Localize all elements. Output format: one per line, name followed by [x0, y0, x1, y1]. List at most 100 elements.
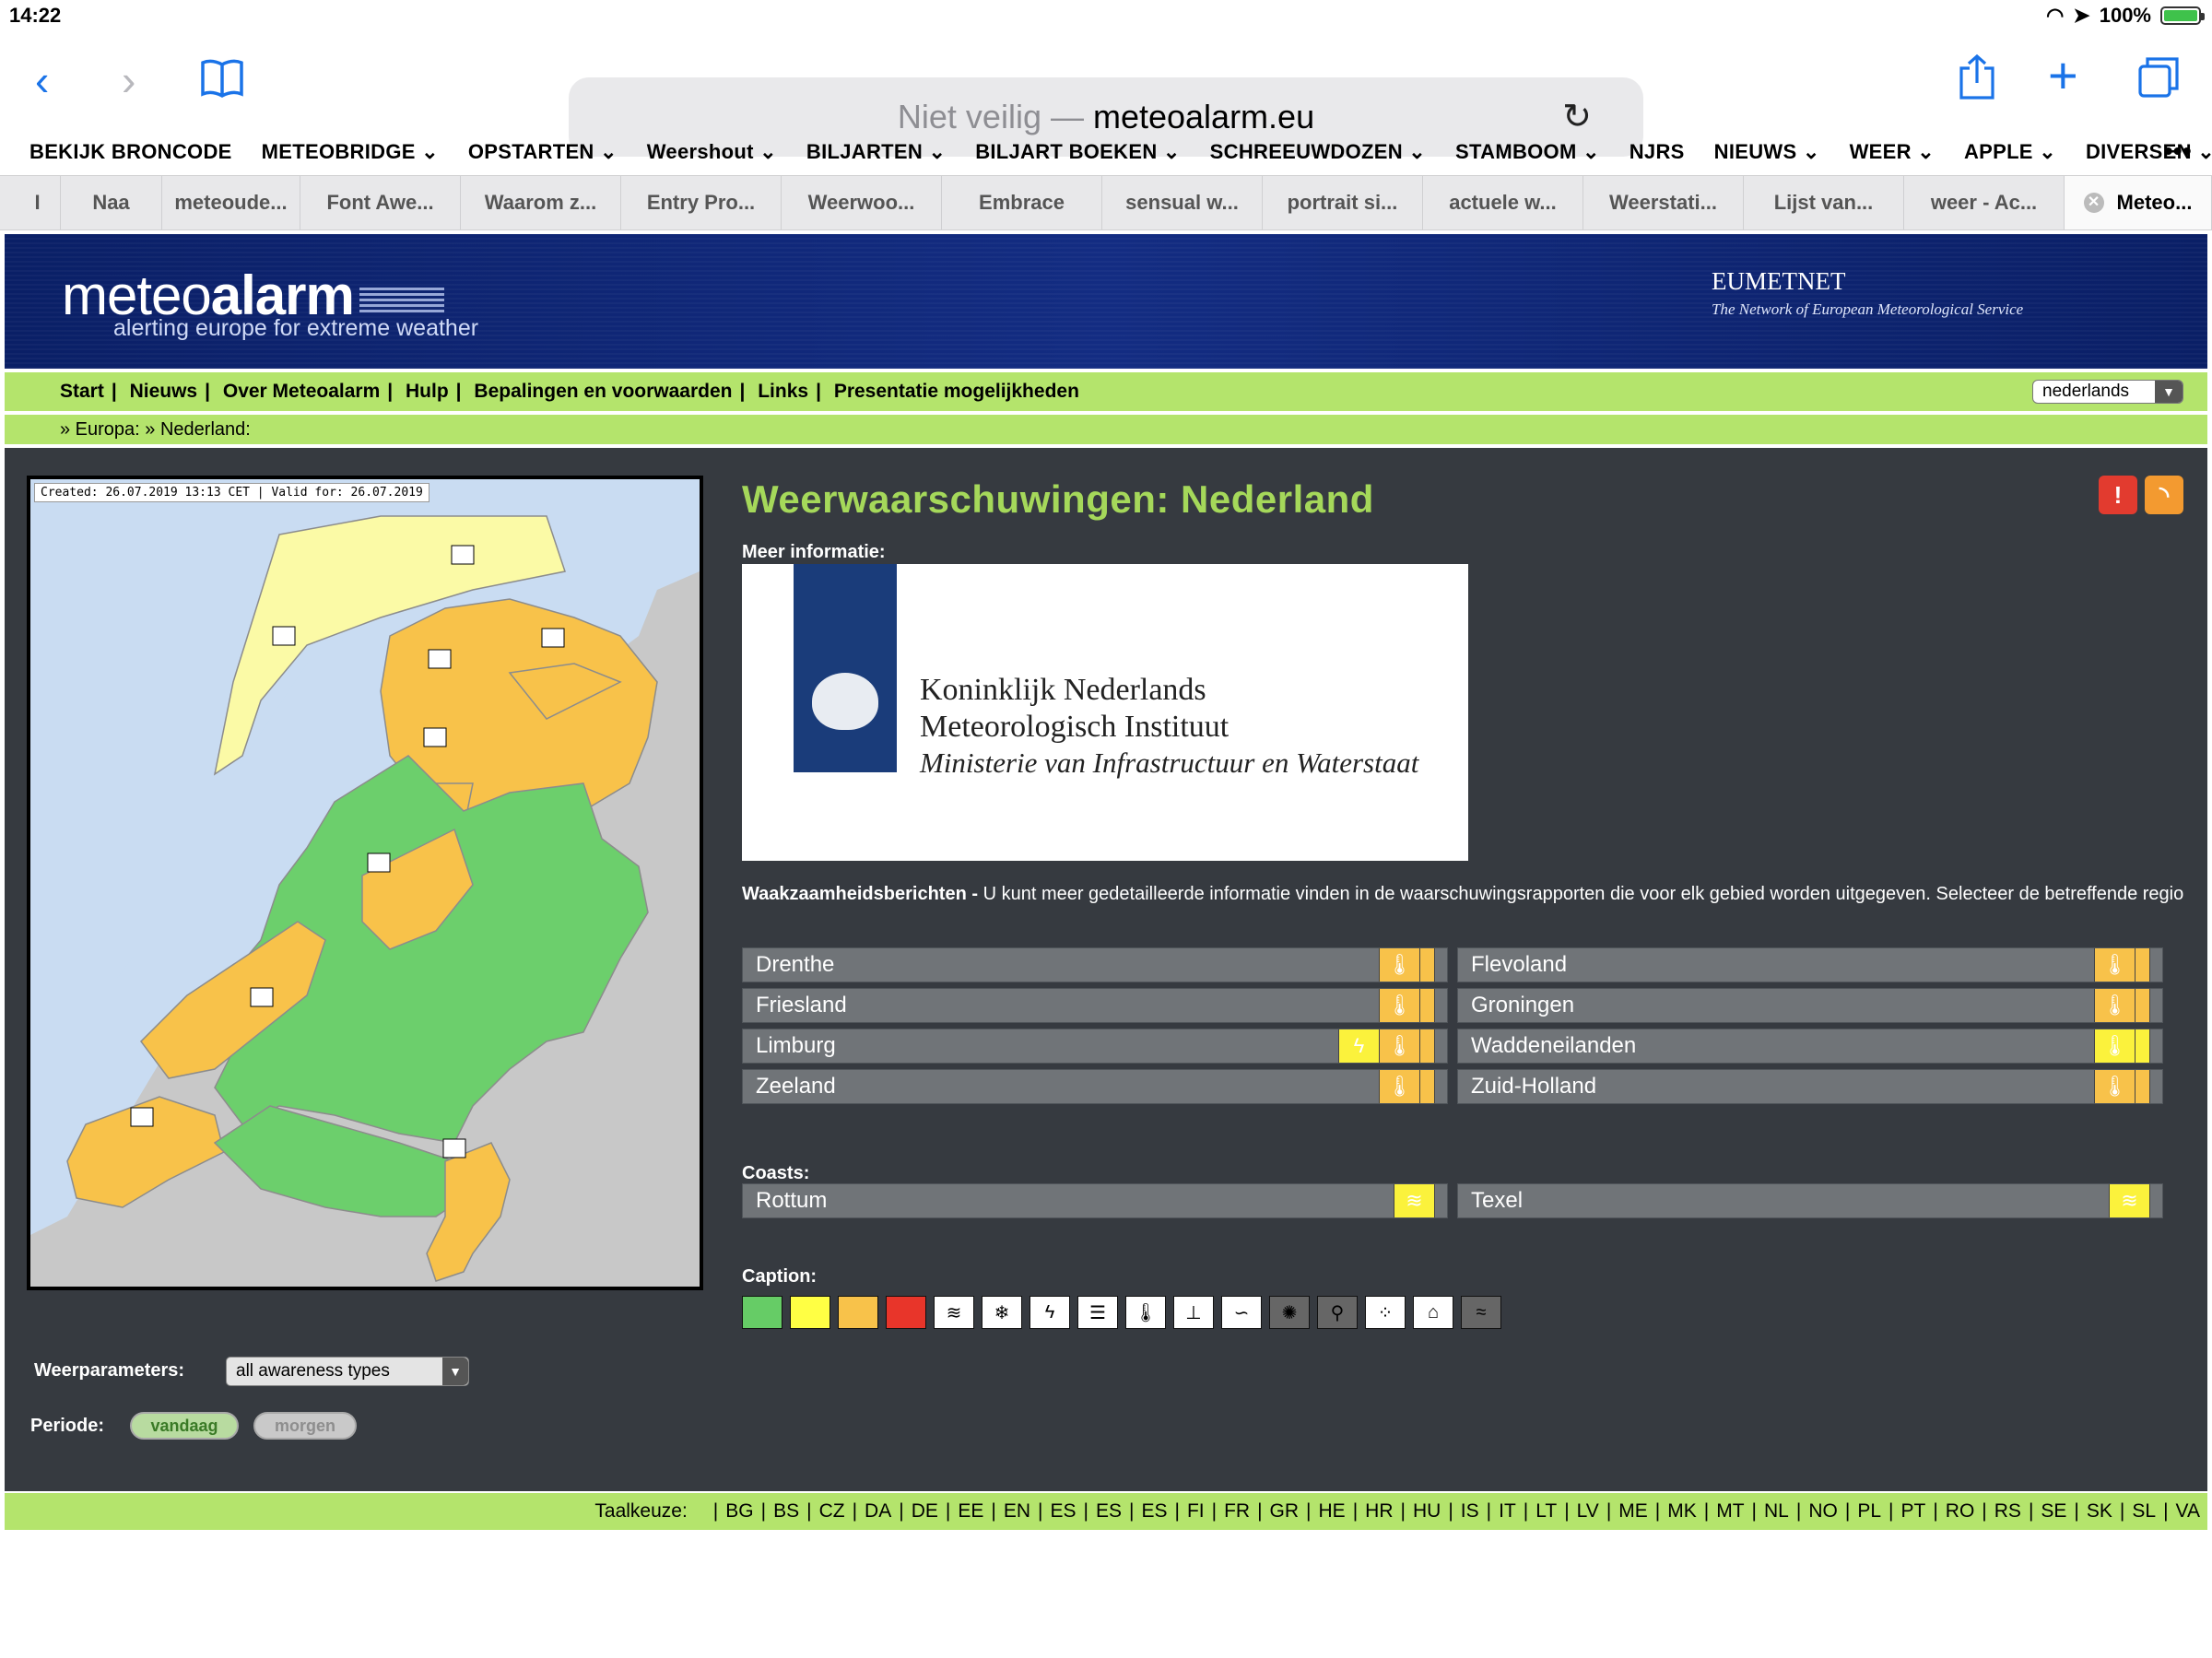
bookmark-item[interactable]: NJRS — [1615, 140, 1700, 164]
more-icon[interactable]: ••• — [2164, 136, 2192, 166]
language-link[interactable]: SE — [2033, 1500, 2074, 1523]
language-link[interactable]: MK — [1660, 1500, 1704, 1523]
periode-tomorrow-button[interactable]: morgen — [253, 1412, 357, 1440]
back-icon[interactable]: ‹ — [35, 59, 49, 101]
bookmark-item[interactable]: STAMBOOM ⌄ — [1441, 140, 1615, 164]
language-link[interactable]: RO — [1938, 1500, 1983, 1523]
language-link[interactable]: SK — [2079, 1500, 2120, 1523]
tab-item[interactable]: sensual w... — [1102, 176, 1263, 229]
language-link[interactable]: PL — [1850, 1500, 1888, 1523]
language-link[interactable]: IT — [1491, 1500, 1524, 1523]
tab-item[interactable]: Weerstati... — [1583, 176, 1744, 229]
rss-feed-icon[interactable]: ◝ — [2145, 476, 2183, 514]
bookmark-item[interactable]: SCHREEUWDOZEN ⌄ — [1195, 140, 1441, 164]
region-row[interactable]: Zuid-Holland 🌡 — [1457, 1069, 2163, 1104]
nav-link[interactable]: Over Meteoalarm — [223, 381, 380, 402]
language-link[interactable]: LT — [1528, 1500, 1564, 1523]
status-time: 14:22 — [9, 4, 62, 27]
language-link[interactable]: IS — [1453, 1500, 1487, 1523]
language-link[interactable]: EE — [950, 1500, 991, 1523]
language-link[interactable]: RS — [1987, 1500, 2029, 1523]
tab-item[interactable]: weer - Ac... — [1904, 176, 2065, 229]
language-link[interactable]: NO — [1801, 1500, 1845, 1523]
tab-item[interactable]: Font Awe... — [300, 176, 461, 229]
region-row[interactable]: Limburg ϟ 🌡 — [742, 1029, 1448, 1064]
language-link[interactable]: EN — [996, 1500, 1038, 1523]
language-link[interactable]: PT — [1893, 1500, 1933, 1523]
language-link[interactable]: BG — [718, 1500, 760, 1523]
tab-item[interactable]: I — [15, 176, 61, 229]
eumetnet-logo[interactable]: EUMETNET — [1712, 267, 1845, 296]
status-bar: 14:22 ︎◠ ➤ 100% — [0, 0, 2212, 37]
share-icon[interactable] — [1956, 53, 1998, 106]
language-link[interactable]: DA — [857, 1500, 899, 1523]
language-link[interactable]: GR — [1263, 1500, 1307, 1523]
language-link[interactable]: SL — [2124, 1500, 2163, 1523]
coast-row[interactable]: Texel ≋ — [1457, 1183, 2163, 1218]
language-link[interactable]: FI — [1180, 1500, 1212, 1523]
region-row[interactable]: Zeeland 🌡 — [742, 1069, 1448, 1104]
breadcrumb-text[interactable]: » Europa: » Nederland: — [60, 419, 251, 441]
periode-today-button[interactable]: vandaag — [130, 1412, 239, 1440]
high-temperature-icon: 🌡 — [2094, 1070, 2135, 1103]
language-link[interactable]: NL — [1757, 1500, 1796, 1523]
language-link[interactable]: DE — [904, 1500, 946, 1523]
bookmark-item[interactable]: Weershout ⌄ — [632, 140, 792, 164]
language-link[interactable]: CZ — [812, 1500, 853, 1523]
bookmark-item[interactable]: METEOBRIDGE ⌄ — [247, 140, 453, 164]
language-link[interactable]: HR — [1358, 1500, 1400, 1523]
tab-item[interactable]: portrait si... — [1263, 176, 1423, 229]
language-link[interactable]: FR — [1217, 1500, 1257, 1523]
language-link[interactable]: HU — [1406, 1500, 1448, 1523]
nav-link[interactable]: Links — [758, 381, 808, 402]
tab-item[interactable]: Lijst van... — [1744, 176, 1904, 229]
weerparameters-select[interactable]: all awareness types ▼ — [226, 1357, 469, 1386]
bookmark-item[interactable]: OPSTARTEN ⌄ — [453, 140, 632, 164]
language-link[interactable]: LV — [1570, 1500, 1606, 1523]
tab-item[interactable]: Entry Pro... — [621, 176, 782, 229]
language-link[interactable]: ES — [1134, 1500, 1174, 1523]
forward-icon[interactable]: › — [122, 59, 135, 101]
tab-item[interactable]: actuele w... — [1423, 176, 1583, 229]
coast-row[interactable]: Rottum ≋ — [742, 1183, 1448, 1218]
tab-item[interactable]: Weerwoo... — [782, 176, 942, 229]
nav-link[interactable]: Bepalingen en voorwaarden — [474, 381, 732, 402]
tab-item[interactable]: Embrace — [942, 176, 1102, 229]
region-row[interactable]: Friesland 🌡 — [742, 988, 1448, 1023]
bookmark-item[interactable]: APPLE ⌄ — [1949, 140, 2071, 164]
alert-feed-icon[interactable]: ! — [2099, 476, 2137, 514]
tabs-overview-icon[interactable] — [2136, 55, 2181, 104]
tab-item[interactable]: Naa — [61, 176, 162, 229]
warning-map[interactable]: Created: 26.07.2019 13:13 CET | Valid fo… — [27, 476, 703, 1290]
language-link[interactable]: ES — [1042, 1500, 1083, 1523]
tab-item[interactable]: meteoude... — [162, 176, 300, 229]
region-row[interactable]: Drenthe 🌡 — [742, 947, 1448, 982]
site-tagline: alerting europe for extreme weather — [113, 315, 479, 341]
language-select[interactable]: nederlands ▼ — [2032, 380, 2183, 404]
knmi-logo[interactable]: Koninklijk Nederlands Meteorologisch Ins… — [742, 564, 1468, 861]
bookmark-item[interactable]: BILJART BOEKEN ⌄ — [960, 140, 1194, 164]
bookmark-item[interactable]: WEER ⌄ — [1835, 140, 1949, 164]
nav-link[interactable]: Presentatie mogelijkheden — [834, 381, 1079, 402]
region-row[interactable]: Waddeneilanden 🌡 — [1457, 1029, 2163, 1064]
language-link[interactable]: HE — [1312, 1500, 1353, 1523]
new-tab-icon[interactable]: + — [2048, 50, 2078, 101]
bookmark-item[interactable]: BILJARTEN ⌄ — [792, 140, 960, 164]
tab-active[interactable]: ✕ Meteo... — [2065, 176, 2212, 229]
language-link[interactable]: BS — [766, 1500, 806, 1523]
bookmarks-book-icon[interactable] — [199, 57, 245, 104]
tab-item[interactable]: Waarom z... — [461, 176, 621, 229]
language-link[interactable]: ES — [1088, 1500, 1129, 1523]
awareness-intro-text: U kunt meer gedetailleerde informatie vi… — [982, 884, 2184, 904]
language-link[interactable]: VA — [2169, 1500, 2207, 1523]
nav-link[interactable]: Nieuws — [130, 381, 198, 402]
region-row[interactable]: Flevoland 🌡 — [1457, 947, 2163, 982]
bookmark-item[interactable]: NIEUWS ⌄ — [1700, 140, 1835, 164]
language-link[interactable]: MT — [1709, 1500, 1751, 1523]
nav-link[interactable]: Start — [60, 381, 104, 402]
region-row[interactable]: Groningen 🌡 — [1457, 988, 2163, 1023]
nav-link[interactable]: Hulp — [406, 381, 449, 402]
close-tab-icon[interactable]: ✕ — [2083, 193, 2104, 213]
language-link[interactable]: ME — [1611, 1500, 1655, 1523]
bookmark-item[interactable]: BEKIJK BRONCODE — [0, 140, 247, 164]
